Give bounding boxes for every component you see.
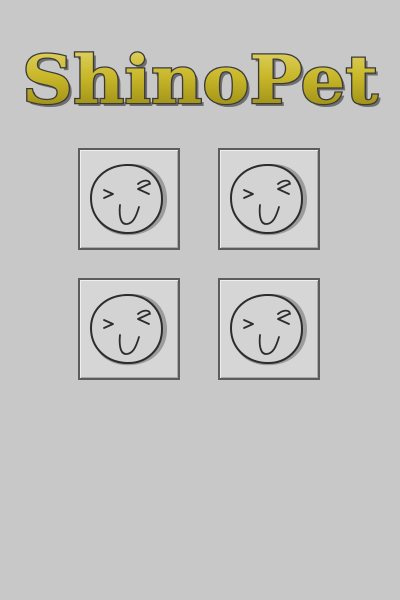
smiling-face-icon (229, 293, 308, 366)
pet-slot[interactable] (78, 278, 180, 380)
pet-slot[interactable] (218, 148, 320, 250)
smiling-face-icon (89, 293, 168, 366)
smiling-face-icon (229, 163, 308, 236)
pet-slot[interactable] (218, 278, 320, 380)
smiling-face-icon (89, 163, 168, 236)
pet-slot[interactable] (78, 148, 180, 250)
pet-grid (0, 0, 400, 600)
